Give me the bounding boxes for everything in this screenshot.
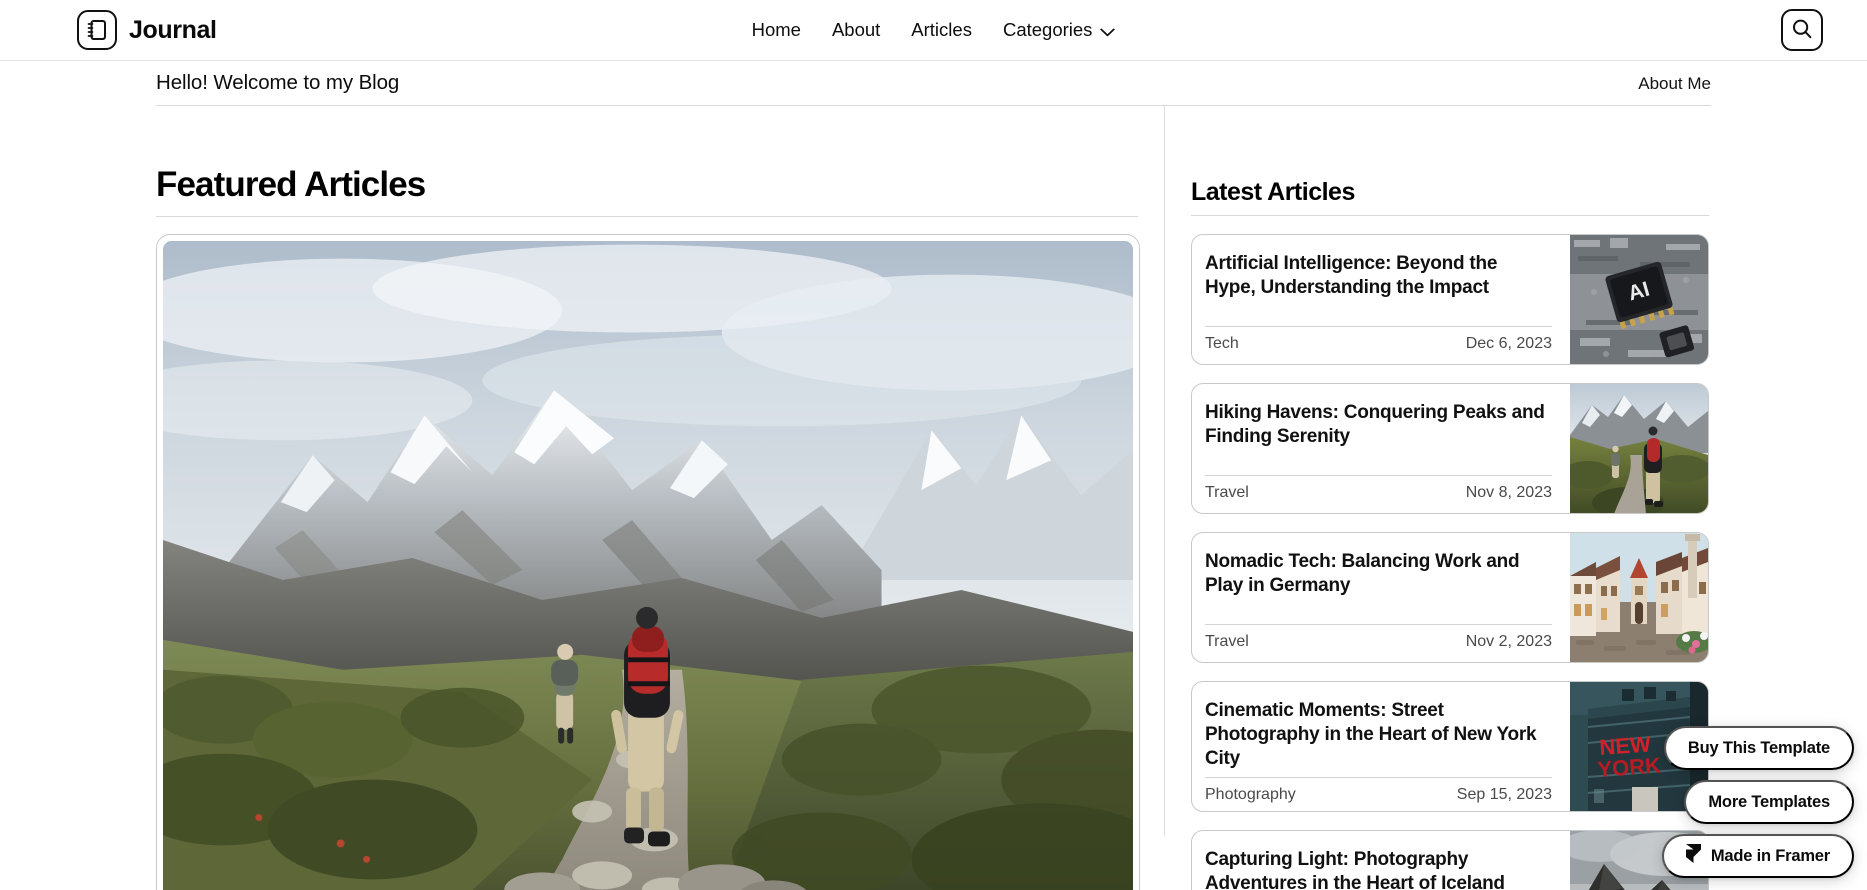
- framer-floating-badges: Buy This Template More Templates Made in…: [1661, 726, 1854, 878]
- article-thumbnail: [1570, 384, 1708, 514]
- latest-heading-wrap: Latest Articles: [1191, 178, 1709, 217]
- article-title: Nomadic Tech: Balancing Work and Play in…: [1205, 551, 1520, 597]
- featured-articles-section: Featured Articles: [156, 106, 1164, 890]
- article-card[interactable]: Hiking Havens: Conquering Peaks and Find…: [1191, 383, 1709, 515]
- article-category: Photography: [1205, 786, 1296, 804]
- featured-heading: Featured Articles: [156, 165, 426, 204]
- nav-dropdown-categories[interactable]: Categories: [1002, 18, 1116, 41]
- article-category: Travel: [1205, 633, 1249, 651]
- latest-heading: Latest Articles: [1191, 178, 1355, 206]
- main-content: Featured Articles Latest Articles Artifi…: [156, 106, 1711, 890]
- article-card-body: Cinematic Moments: Street Photography in…: [1192, 682, 1570, 811]
- featured-heading-wrap: Featured Articles: [156, 165, 1138, 217]
- search-icon: [1791, 18, 1813, 43]
- article-card[interactable]: Nomadic Tech: Balancing Work and Play in…: [1191, 532, 1709, 664]
- nav-link-articles[interactable]: Articles: [911, 20, 972, 40]
- article-card-body: Artificial Intelligence: Beyond the Hype…: [1192, 235, 1570, 364]
- brand-name: Journal: [129, 15, 217, 44]
- article-date: Sep 15, 2023: [1456, 786, 1552, 804]
- article-meta: Travel Nov 8, 2023: [1205, 475, 1552, 501]
- buy-this-template-button[interactable]: Buy This Template: [1663, 726, 1854, 770]
- welcome-greeting: Hello! Welcome to my Blog: [156, 70, 400, 94]
- article-meta: Tech Dec 6, 2023: [1205, 326, 1552, 352]
- article-card[interactable]: Artificial Intelligence: Beyond the Hype…: [1191, 234, 1709, 366]
- featured-hero-image: [163, 240, 1133, 890]
- chevron-down-icon: [1100, 22, 1116, 41]
- notebook-icon: [77, 10, 117, 50]
- article-card[interactable]: Cinematic Moments: Street Photography in…: [1191, 681, 1709, 813]
- brand-logo[interactable]: Journal: [77, 10, 217, 50]
- latest-articles-section: Latest Articles Artificial Intelligence:…: [1164, 106, 1709, 890]
- more-templates-button[interactable]: More Templates: [1684, 780, 1854, 824]
- svg-text:YORK: YORK: [1597, 753, 1662, 782]
- article-card-body: Nomadic Tech: Balancing Work and Play in…: [1192, 533, 1570, 662]
- search-button[interactable]: [1781, 9, 1823, 51]
- welcome-bar: Hello! Welcome to my Blog About Me: [156, 61, 1711, 106]
- article-title: Capturing Light: Photography Adventures …: [1205, 849, 1505, 890]
- article-meta: Photography Sep 15, 2023: [1205, 777, 1552, 803]
- article-title: Hiking Havens: Conquering Peaks and Find…: [1205, 402, 1545, 448]
- article-category: Travel: [1205, 484, 1249, 502]
- made-in-framer-button[interactable]: Made in Framer: [1661, 834, 1854, 878]
- made-in-framer-label: Made in Framer: [1710, 846, 1830, 865]
- article-title: Cinematic Moments: Street Photography in…: [1205, 700, 1537, 770]
- article-card-body: Capturing Light: Photography Adventures …: [1192, 831, 1570, 890]
- nav-link-home[interactable]: Home: [752, 20, 801, 40]
- about-me-link[interactable]: About Me: [1638, 75, 1711, 92]
- top-navigation-bar: Journal Home About Articles Categories: [0, 0, 1867, 61]
- framer-logo-icon: [1685, 844, 1701, 868]
- article-card-body: Hiking Havens: Conquering Peaks and Find…: [1192, 384, 1570, 513]
- article-card[interactable]: Capturing Light: Photography Adventures …: [1191, 830, 1709, 890]
- featured-hero-card[interactable]: [156, 233, 1140, 890]
- nav-link-about[interactable]: About: [832, 20, 880, 40]
- article-meta: Travel Nov 2, 2023: [1205, 624, 1552, 650]
- nav-dropdown-label: Categories: [1002, 18, 1093, 40]
- article-thumbnail: [1570, 533, 1708, 663]
- article-thumbnail: AI: [1570, 235, 1708, 365]
- article-date: Nov 8, 2023: [1465, 484, 1552, 502]
- article-date: Nov 2, 2023: [1465, 633, 1552, 651]
- article-title: Artificial Intelligence: Beyond the Hype…: [1205, 253, 1498, 299]
- article-category: Tech: [1205, 335, 1239, 353]
- latest-articles-list: Artificial Intelligence: Beyond the Hype…: [1191, 234, 1709, 890]
- article-date: Dec 6, 2023: [1465, 335, 1552, 353]
- primary-nav: Home About Articles Categories: [0, 20, 1867, 41]
- buy-this-template-label: Buy This Template: [1687, 738, 1830, 757]
- more-templates-label: More Templates: [1708, 792, 1830, 811]
- page-root: Journal Home About Articles Categories H…: [0, 0, 1867, 890]
